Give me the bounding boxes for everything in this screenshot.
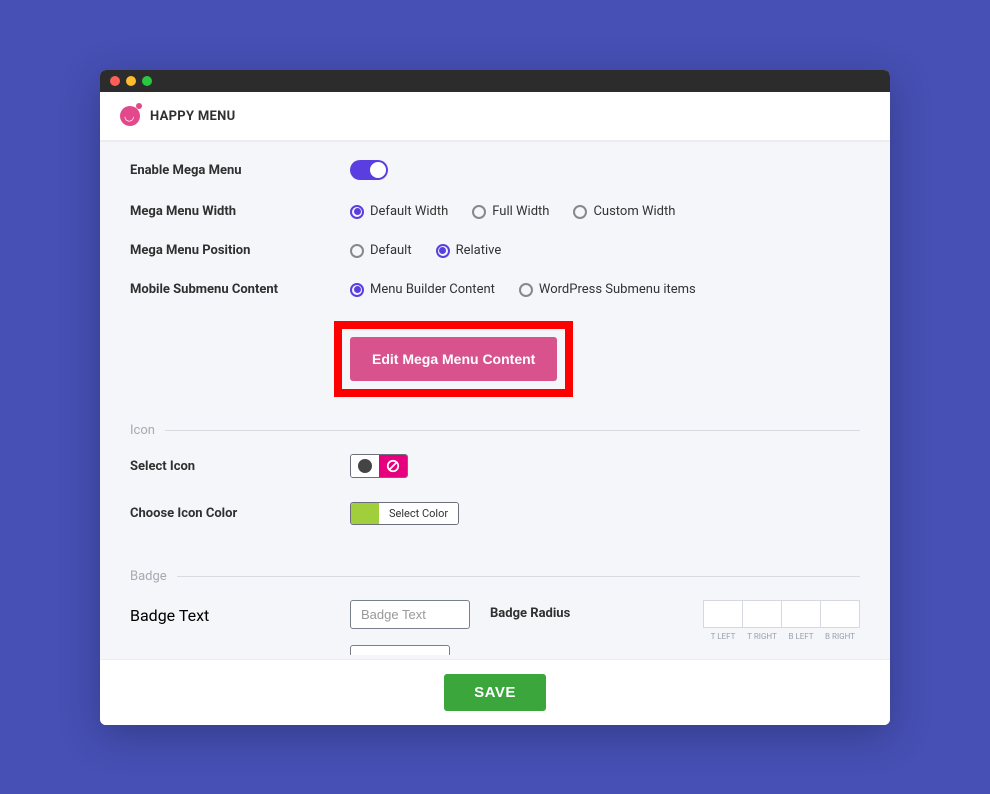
minimize-icon[interactable] — [126, 76, 136, 86]
page-header: HAPPY MENU — [100, 92, 890, 141]
edit-highlight: Edit Mega Menu Content — [334, 321, 573, 397]
edit-megamenu-button[interactable]: Edit Mega Menu Content — [350, 337, 557, 381]
maximize-icon[interactable] — [142, 76, 152, 86]
radio-icon — [519, 283, 533, 297]
cutoff-row — [100, 645, 890, 659]
form-body: Enable Mega Menu Mega Menu Width Default… — [100, 141, 890, 659]
position-row: Mega Menu Position Default Relative — [130, 243, 860, 258]
color-swatch-icon — [351, 503, 379, 524]
edit-row: Edit Mega Menu Content — [130, 321, 860, 397]
submenu-builder-radio[interactable]: Menu Builder Content — [350, 282, 495, 297]
width-full-radio[interactable]: Full Width — [472, 204, 549, 219]
enable-label: Enable Mega Menu — [130, 163, 350, 178]
badge-text-label: Badge Text — [130, 600, 350, 625]
enable-row: Enable Mega Menu — [130, 160, 860, 180]
radius-top-right-input[interactable] — [742, 600, 782, 628]
icon-color-label: Choose Icon Color — [130, 506, 350, 521]
badge-radius-label: Badge Radius — [490, 600, 570, 621]
width-row: Mega Menu Width Default Width Full Width… — [130, 204, 860, 219]
radio-icon — [573, 205, 587, 219]
submenu-label: Mobile Submenu Content — [130, 282, 350, 297]
enable-toggle[interactable] — [350, 160, 388, 180]
position-relative-radio[interactable]: Relative — [436, 243, 502, 258]
icon-preview — [351, 455, 379, 477]
titlebar — [100, 70, 890, 92]
radio-icon — [350, 205, 364, 219]
radius-top-left-input[interactable] — [703, 600, 743, 628]
page-title: HAPPY MENU — [150, 109, 236, 124]
close-icon[interactable] — [110, 76, 120, 86]
radius-bottom-right-input[interactable] — [820, 600, 860, 628]
submenu-row: Mobile Submenu Content Menu Builder Cont… — [130, 282, 860, 297]
settings-window: HAPPY MENU Enable Mega Menu Mega Menu Wi… — [100, 70, 890, 725]
badge-section-divider: Badge — [130, 569, 860, 584]
footer: SAVE — [100, 659, 890, 725]
icon-section-divider: Icon — [130, 423, 860, 438]
width-default-radio[interactable]: Default Width — [350, 204, 448, 219]
submenu-wp-radio[interactable]: WordPress Submenu items — [519, 282, 696, 297]
radio-icon — [350, 244, 364, 258]
position-default-radio[interactable]: Default — [350, 243, 412, 258]
radio-icon — [436, 244, 450, 258]
position-label: Mega Menu Position — [130, 243, 350, 258]
width-label: Mega Menu Width — [130, 204, 350, 219]
badge-text-input[interactable] — [350, 600, 470, 629]
select-icon-label: Select Icon — [130, 459, 350, 474]
width-custom-radio[interactable]: Custom Width — [573, 204, 675, 219]
color-picker[interactable]: Select Color — [350, 502, 459, 525]
radius-group: T LEFT T RIGHT B LEFT B RIGHT — [703, 600, 860, 641]
remove-icon-button[interactable] — [379, 455, 407, 477]
radius-bottom-left-input[interactable] — [781, 600, 821, 628]
save-button[interactable]: SAVE — [444, 674, 546, 711]
radio-icon — [472, 205, 486, 219]
badge-text-row: Badge Text Badge Radius T LEFT T — [130, 600, 860, 641]
icon-color-row: Choose Icon Color Select Color — [130, 502, 860, 525]
icon-picker[interactable] — [350, 454, 408, 478]
radio-icon — [350, 283, 364, 297]
select-icon-row: Select Icon — [130, 454, 860, 478]
happy-logo-icon — [120, 106, 140, 126]
